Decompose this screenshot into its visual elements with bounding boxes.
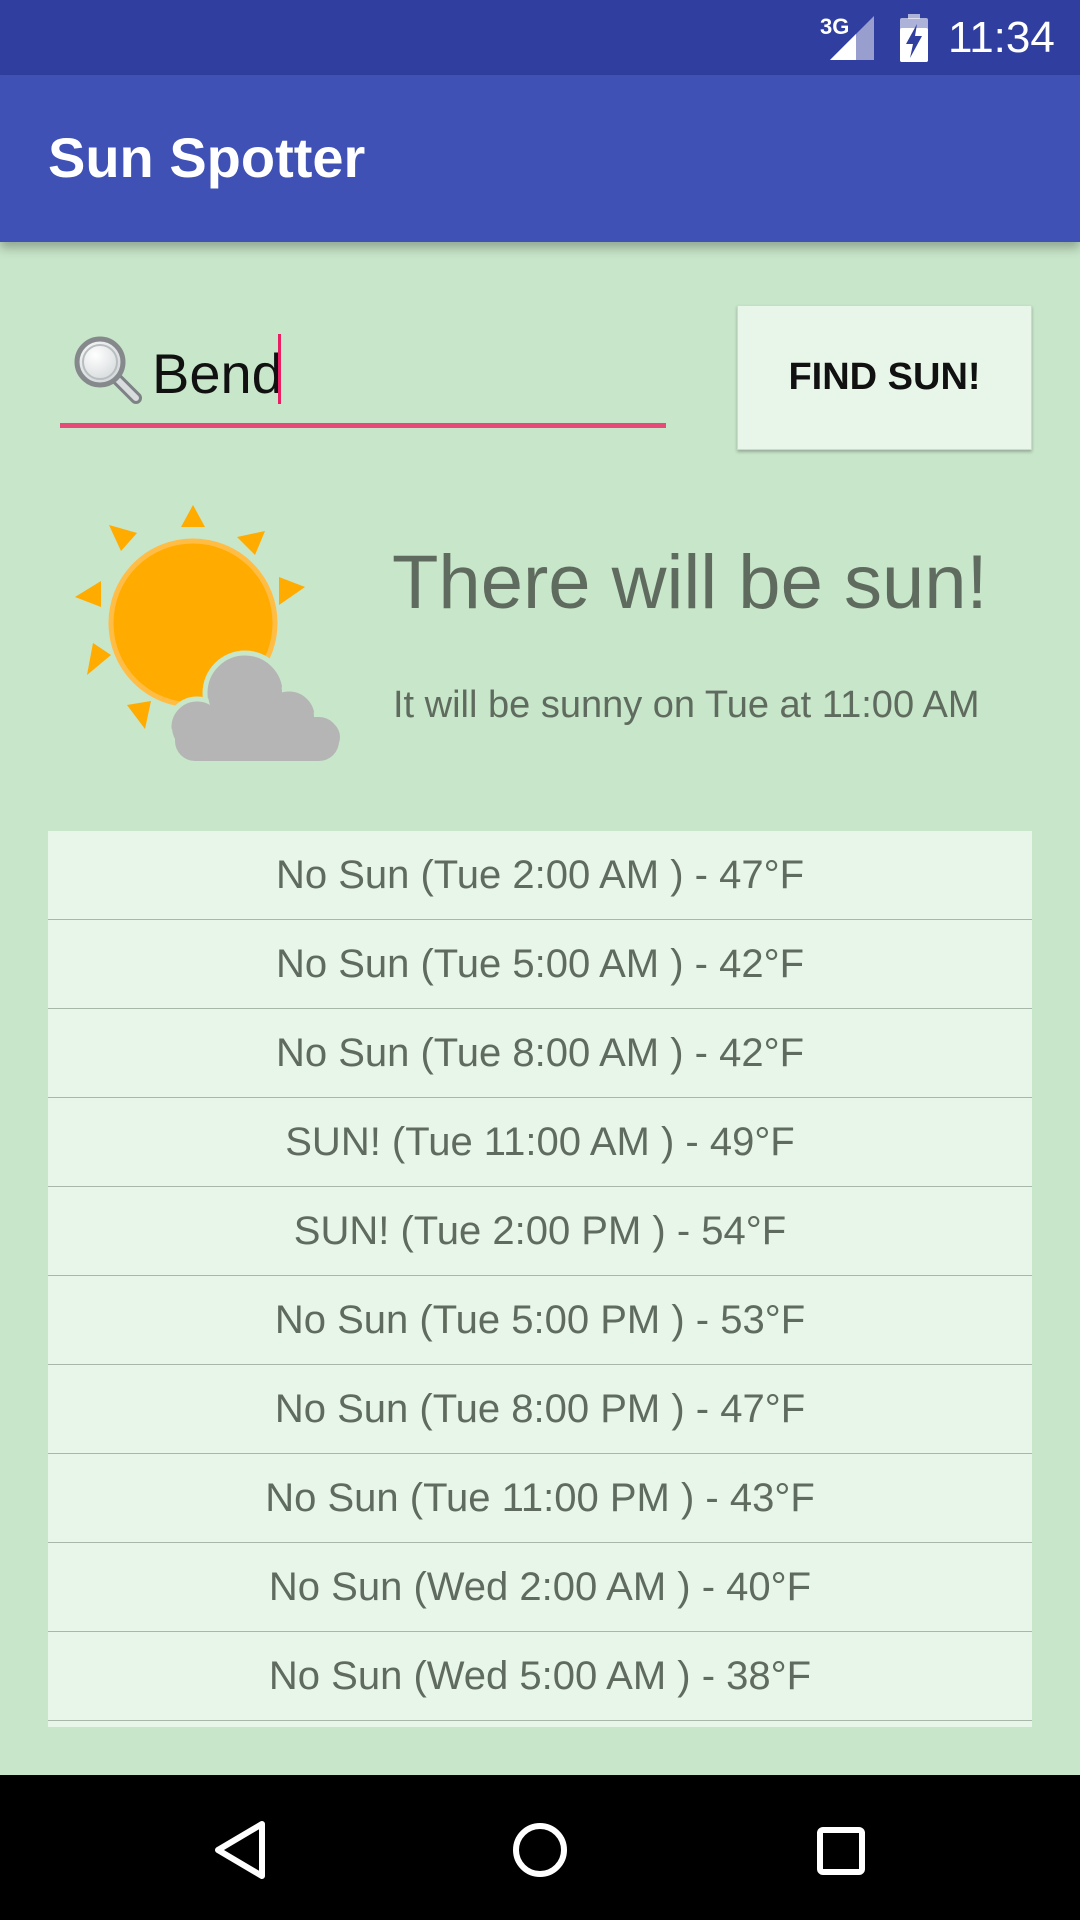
screen: 3G 11:34 Sun Spotter FIND SUN! xyxy=(0,0,1080,1920)
search-input-underline xyxy=(60,423,666,428)
recents-square-icon[interactable] xyxy=(800,1810,880,1890)
forecast-list[interactable]: No Sun (Tue 2:00 AM ) - 47°F No Sun (Tue… xyxy=(48,831,1032,1727)
forecast-row[interactable]: No Sun (Tue 5:00 PM ) - 53°F xyxy=(48,1276,1032,1365)
forecast-row[interactable]: No Sun (Wed 2:00 AM ) - 40°F xyxy=(48,1543,1032,1632)
status-bar: 3G 11:34 xyxy=(0,0,1080,75)
cell-signal-icon xyxy=(830,16,874,60)
app-title: Sun Spotter xyxy=(48,126,366,189)
forecast-row[interactable]: No Sun (Tue 11:00 PM ) - 43°F xyxy=(48,1454,1032,1543)
back-triangle-icon[interactable] xyxy=(200,1810,280,1890)
navigation-bar xyxy=(0,1775,1080,1920)
forecast-row[interactable]: No Sun (Tue 8:00 AM ) - 42°F xyxy=(48,1009,1032,1098)
forecast-row[interactable]: No Sun (Tue 8:00 PM ) - 47°F xyxy=(48,1365,1032,1454)
app-bar: Sun Spotter xyxy=(0,75,1080,242)
search-icon xyxy=(74,336,142,404)
home-circle-icon[interactable] xyxy=(500,1810,580,1890)
sun-headline: There will be sun! xyxy=(392,540,988,625)
sunny-time-detail: It will be sunny on Tue at 11:00 AM xyxy=(393,684,980,726)
status-clock: 11:34 xyxy=(948,13,1055,62)
forecast-row[interactable]: No Sun (Tue 5:00 AM ) - 42°F xyxy=(48,920,1032,1009)
forecast-row[interactable]: No Sun (Wed 5:00 AM ) - 38°F xyxy=(48,1632,1032,1721)
sun-behind-cloud-icon xyxy=(75,505,346,765)
forecast-row[interactable]: SUN! (Tue 2:00 PM ) - 54°F xyxy=(48,1187,1032,1276)
forecast-row[interactable]: SUN! (Tue 11:00 AM ) - 49°F xyxy=(48,1098,1032,1187)
forecast-row[interactable]: No Sun (Tue 2:00 AM ) - 47°F xyxy=(48,831,1032,920)
text-cursor xyxy=(278,334,281,404)
find-sun-button[interactable]: FIND SUN! xyxy=(737,305,1032,450)
battery-charging-icon xyxy=(900,14,928,62)
location-search-input[interactable] xyxy=(152,332,652,414)
